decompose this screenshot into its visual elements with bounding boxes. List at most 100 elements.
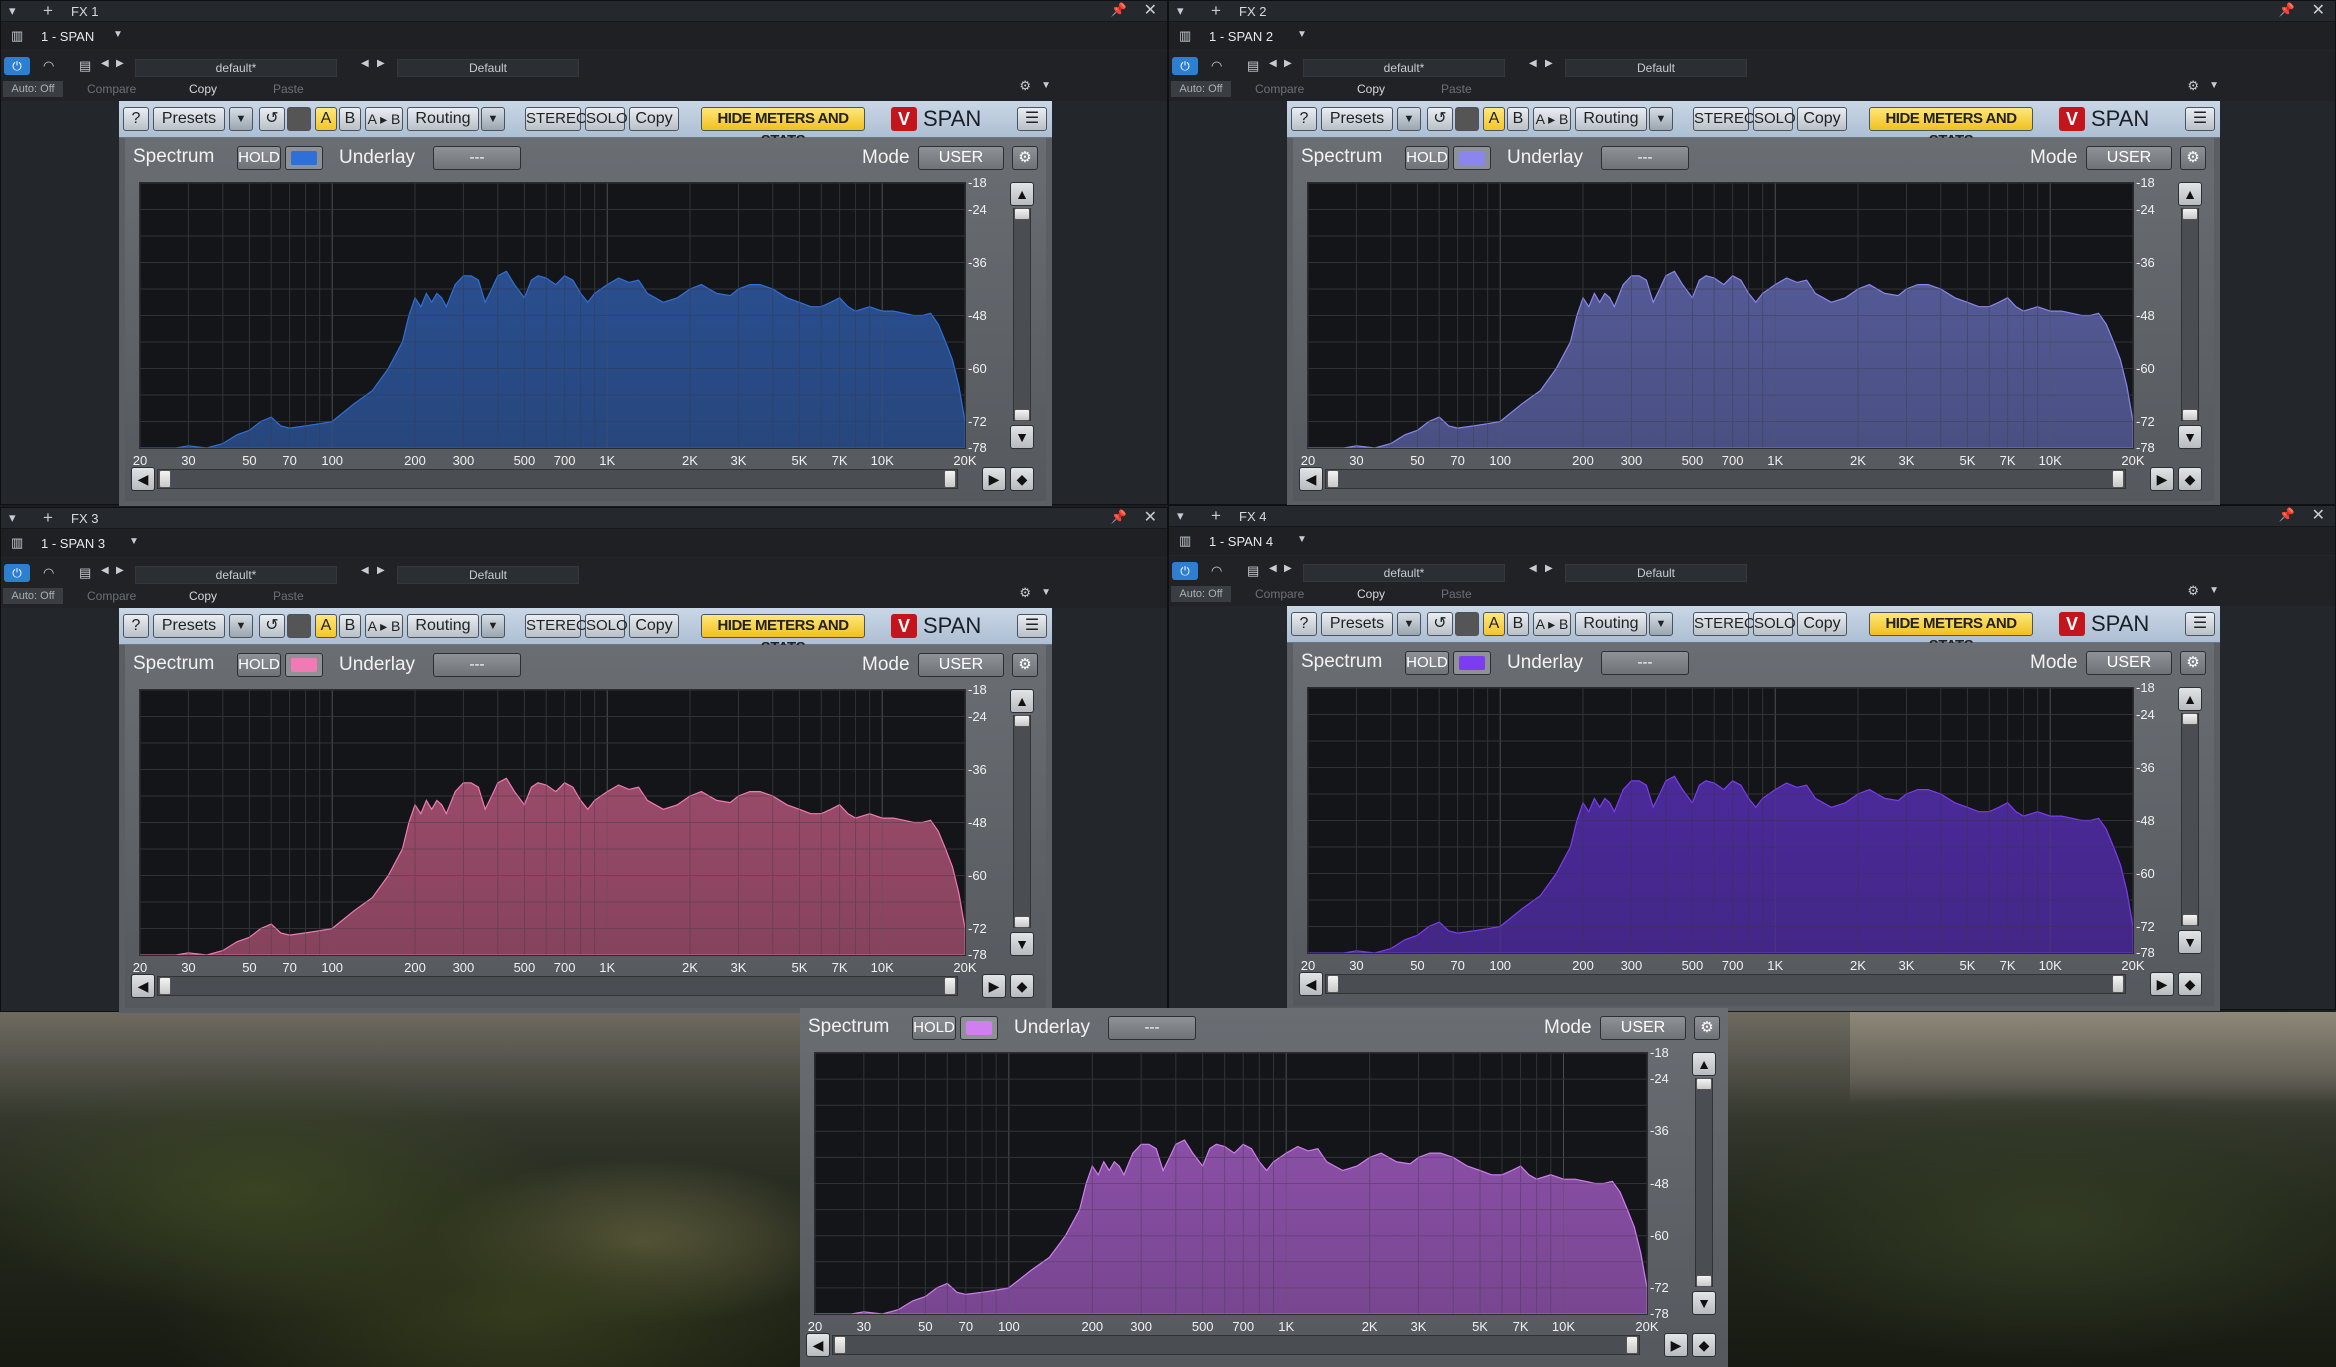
vertical-scroll-thumb[interactable] — [1014, 715, 1030, 727]
host-preset-dropdown[interactable]: default* — [1303, 564, 1505, 582]
presets-button[interactable]: Presets — [1321, 612, 1393, 636]
close-icon[interactable]: ✕ — [1144, 510, 1157, 526]
hamburger-icon[interactable]: ☰ — [1017, 614, 1047, 638]
close-icon[interactable]: ✕ — [2312, 3, 2325, 19]
a-button[interactable]: A — [315, 614, 337, 638]
routing-button[interactable]: Routing — [407, 107, 479, 131]
collapse-arrow-icon[interactable]: ▾ — [9, 4, 16, 17]
auto-off-button[interactable]: Auto: Off — [1171, 81, 1231, 97]
undo-icon[interactable]: ↺ — [259, 107, 285, 131]
scroll-up-button[interactable]: ▲ — [1010, 182, 1034, 206]
reset-zoom-button[interactable]: ◆ — [1010, 467, 1034, 491]
stereo-button[interactable]: STEREO — [525, 614, 588, 638]
host-preset-dropdown[interactable]: default* — [1303, 59, 1505, 77]
routing-menu-icon[interactable]: ▼ — [1649, 107, 1673, 131]
vertical-scroll-thumb[interactable] — [1696, 1078, 1712, 1090]
mode-select[interactable]: USER — [2086, 146, 2172, 170]
compare-button[interactable]: Compare — [1255, 587, 1304, 601]
chevron-down-icon[interactable]: ▼ — [2209, 586, 2219, 596]
color-swatch-button[interactable] — [285, 146, 323, 170]
a-to-b-button[interactable]: A ▸ B — [365, 107, 403, 131]
prev-preset-icon[interactable]: ◀ — [101, 59, 109, 69]
scroll-right-button[interactable]: ▶ — [2150, 972, 2174, 996]
preset-file-icon[interactable]: ▤ — [1247, 564, 1259, 577]
copy-button[interactable]: Copy — [629, 614, 679, 638]
horizontal-scroll-thumb-end[interactable] — [1626, 1336, 1638, 1354]
scroll-right-button[interactable]: ▶ — [1664, 1333, 1688, 1357]
chevron-down-icon[interactable]: ▼ — [1297, 30, 1307, 40]
automation-icon[interactable]: ◠ — [43, 566, 54, 579]
vertical-scroll-thumb-end[interactable] — [2182, 409, 2198, 421]
spectrum-plot[interactable] — [139, 689, 966, 956]
chevron-down-icon[interactable]: ▼ — [129, 537, 139, 547]
prev-state-icon[interactable]: ◀ — [1529, 564, 1537, 574]
gear-icon[interactable]: ⚙ — [2187, 79, 2199, 92]
pin-icon[interactable]: 📌 — [2279, 508, 2295, 521]
vertical-scroll-thumb-end[interactable] — [1014, 916, 1030, 928]
routing-button[interactable]: Routing — [1575, 612, 1647, 636]
host-preset-dropdown[interactable]: default* — [135, 59, 337, 77]
host-preset-dropdown[interactable]: default* — [135, 566, 337, 584]
solo-button[interactable]: SOLO — [1753, 107, 1796, 131]
hold-button[interactable]: HOLD — [1405, 146, 1449, 170]
host-state-dropdown[interactable]: Default — [397, 566, 579, 584]
next-state-icon[interactable]: ▶ — [377, 566, 385, 576]
solo-button[interactable]: SOLO — [1753, 612, 1796, 636]
preset-file-icon[interactable]: ▤ — [79, 59, 91, 72]
a-button[interactable]: A — [315, 107, 337, 131]
gear-icon[interactable]: ⚙ — [2187, 584, 2199, 597]
reset-zoom-button[interactable]: ◆ — [2178, 972, 2202, 996]
auto-off-button[interactable]: Auto: Off — [3, 588, 63, 604]
paste-button[interactable]: Paste — [273, 589, 304, 603]
copy-button[interactable]: Copy — [629, 107, 679, 131]
vertical-scroll-thumb[interactable] — [2182, 208, 2198, 220]
b-button[interactable]: B — [1507, 107, 1529, 131]
scroll-down-button[interactable]: ▼ — [1692, 1291, 1716, 1315]
routing-button[interactable]: Routing — [407, 614, 479, 638]
horizontal-scroll-thumb-end[interactable] — [2112, 975, 2124, 993]
horizontal-scroll-thumb[interactable] — [834, 1336, 846, 1354]
solo-button[interactable]: SOLO — [585, 614, 628, 638]
hamburger-icon[interactable]: ☰ — [2185, 612, 2215, 636]
routing-menu-icon[interactable]: ▼ — [481, 614, 505, 638]
underlay-select[interactable]: --- — [1601, 146, 1689, 170]
vertical-scroll-track[interactable] — [2181, 713, 2199, 926]
auto-off-button[interactable]: Auto: Off — [3, 81, 63, 97]
next-preset-icon[interactable]: ▶ — [116, 59, 124, 69]
next-state-icon[interactable]: ▶ — [1545, 59, 1553, 69]
plugin-instance-select[interactable]: 1 - SPAN 4 — [1209, 534, 1273, 549]
horizontal-scroll-thumb[interactable] — [159, 977, 171, 995]
hide-meters-button[interactable]: HIDE METERS AND STATS — [1869, 107, 2033, 149]
copy-button[interactable]: Copy — [1797, 107, 1847, 131]
help-button[interactable]: ? — [123, 614, 149, 638]
prev-preset-icon[interactable]: ◀ — [101, 566, 109, 576]
a-button[interactable]: A — [1483, 107, 1505, 131]
help-button[interactable]: ? — [1291, 612, 1317, 636]
horizontal-scroll-track[interactable] — [832, 1335, 1640, 1355]
next-state-icon[interactable]: ▶ — [1545, 564, 1553, 574]
presets-menu-icon[interactable]: ▼ — [1397, 107, 1421, 131]
b-button[interactable]: B — [339, 107, 361, 131]
collapse-arrow-icon[interactable]: ▾ — [9, 511, 16, 524]
close-icon[interactable]: ✕ — [2312, 508, 2325, 524]
copy-host-button[interactable]: Copy — [189, 589, 217, 603]
redo-icon[interactable] — [1455, 612, 1479, 636]
a-to-b-button[interactable]: A ▸ B — [1533, 107, 1571, 131]
hold-button[interactable]: HOLD — [237, 653, 281, 677]
presets-button[interactable]: Presets — [1321, 107, 1393, 131]
power-button[interactable]: ⏻ — [4, 57, 30, 75]
compare-button[interactable]: Compare — [87, 82, 136, 96]
host-state-dropdown[interactable]: Default — [397, 59, 579, 77]
hide-meters-button[interactable]: HIDE METERS AND STATS — [1869, 612, 2033, 654]
power-button[interactable]: ⏻ — [4, 564, 30, 582]
mode-select[interactable]: USER — [1600, 1016, 1686, 1040]
vertical-scroll-track[interactable] — [1013, 208, 1031, 421]
scroll-left-button[interactable]: ◀ — [1299, 467, 1323, 491]
add-fx-icon[interactable]: + — [43, 509, 53, 526]
chain-icon[interactable]: ▥ — [1179, 534, 1191, 547]
presets-button[interactable]: Presets — [153, 614, 225, 638]
routing-menu-icon[interactable]: ▼ — [481, 107, 505, 131]
underlay-select[interactable]: --- — [433, 653, 521, 677]
routing-menu-icon[interactable]: ▼ — [1649, 612, 1673, 636]
automation-icon[interactable]: ◠ — [43, 59, 54, 72]
